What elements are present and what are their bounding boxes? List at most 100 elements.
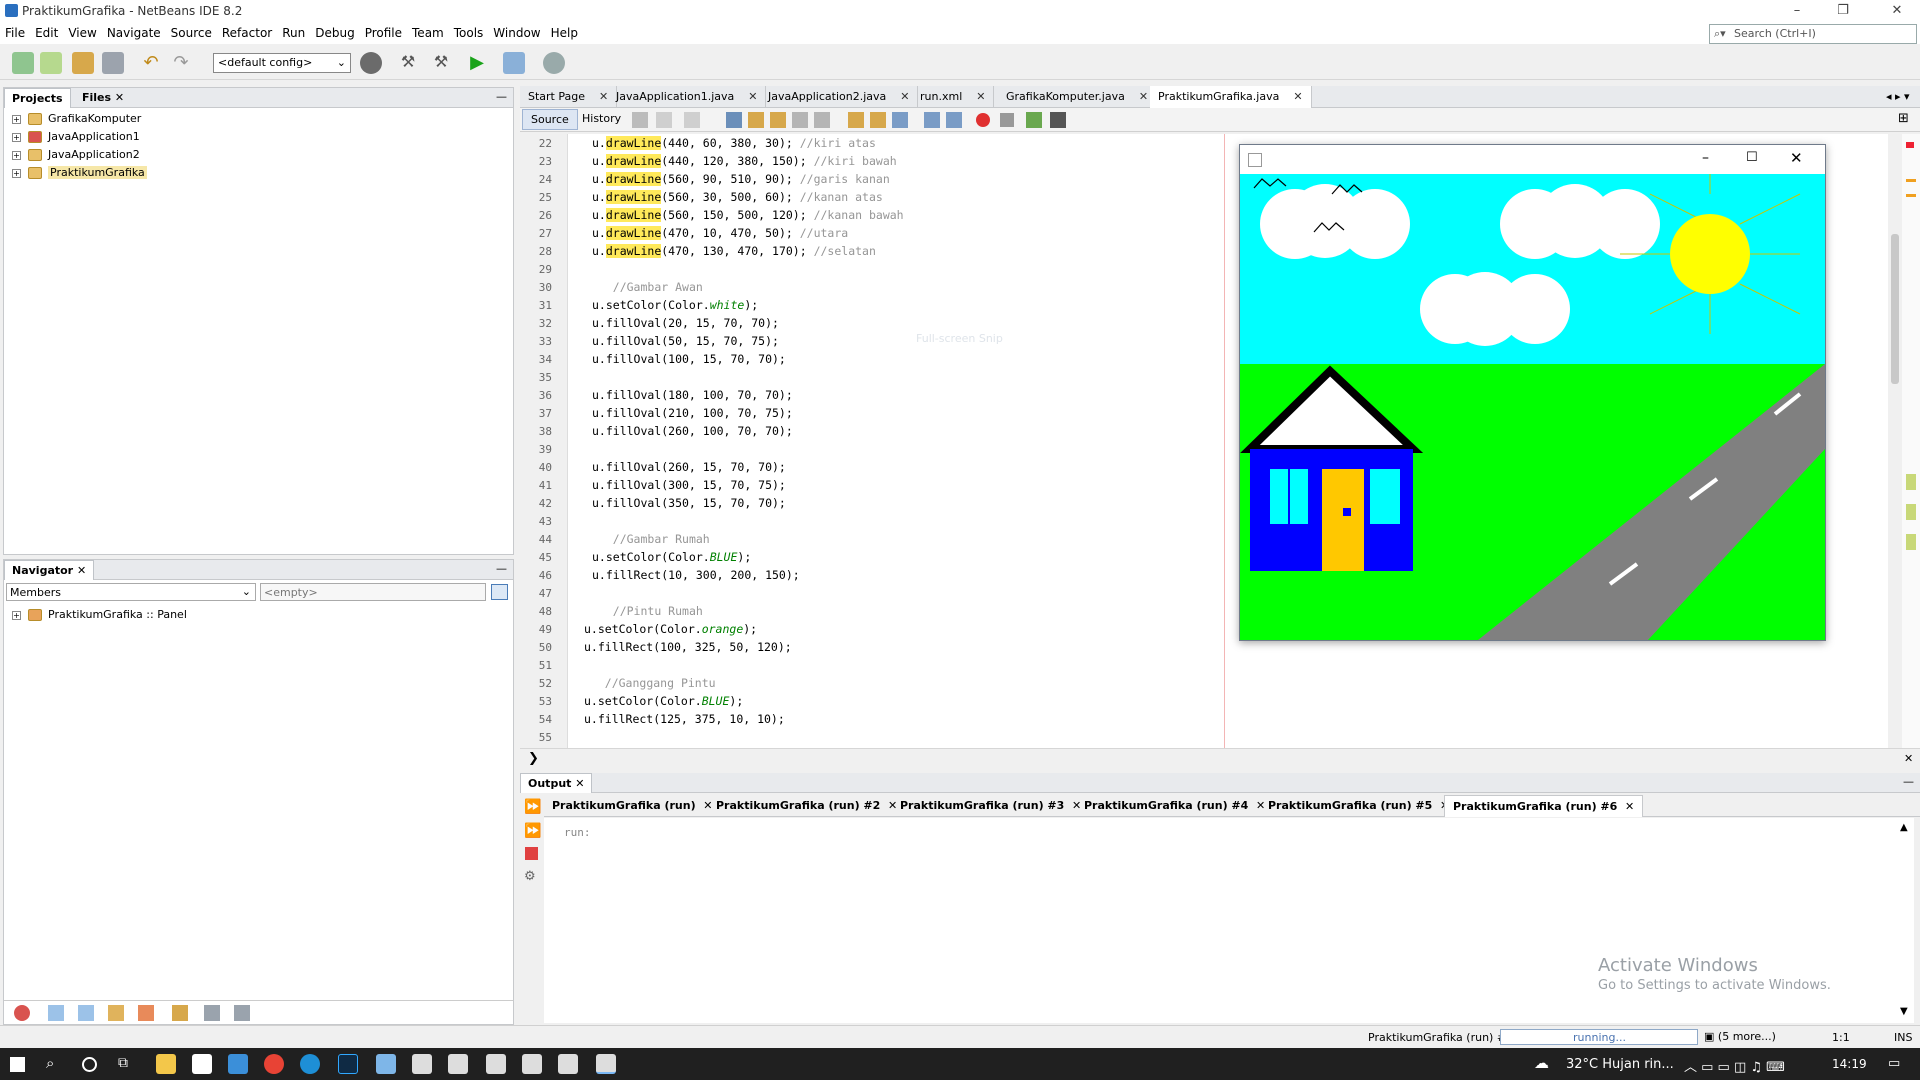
close-icon[interactable]: ✕ bbox=[1874, 0, 1920, 22]
java-app-icon[interactable] bbox=[522, 1054, 542, 1074]
store-icon[interactable] bbox=[192, 1054, 212, 1074]
tree-item-grafikakomputer[interactable]: + GrafikaKomputer bbox=[4, 110, 513, 128]
close-icon[interactable]: ✕ bbox=[1904, 752, 1913, 765]
menu-tools[interactable]: Tools bbox=[449, 22, 489, 40]
navigator-node[interactable]: + PraktikumGrafika :: Panel bbox=[4, 606, 504, 624]
build-icon[interactable]: ⚒ bbox=[397, 52, 419, 74]
menu-profile[interactable]: Profile bbox=[360, 22, 407, 40]
applet-window[interactable]: – ☐ ✕ bbox=[1239, 144, 1826, 641]
expand-icon[interactable]: + bbox=[12, 133, 21, 142]
minimize-icon[interactable]: – bbox=[1774, 0, 1820, 22]
code-line[interactable]: u.drawLine(470, 130, 470, 170); //selata… bbox=[592, 244, 876, 258]
tab-javaapplication1[interactable]: JavaApplication1.java ✕ bbox=[608, 86, 767, 108]
code-line[interactable]: u.drawLine(560, 150, 500, 120); //kanan … bbox=[592, 208, 904, 222]
menu-window[interactable]: Window bbox=[488, 22, 545, 40]
code-line[interactable]: u.setColor(Color.BLUE); bbox=[592, 550, 751, 564]
inherited-icon[interactable] bbox=[138, 1005, 154, 1021]
code-line[interactable]: u.fillOval(50, 15, 70, 75); bbox=[592, 334, 779, 348]
toggle-rect-icon[interactable] bbox=[814, 112, 830, 128]
tree-item-praktikumgrafika[interactable]: + PraktikumGrafika bbox=[4, 164, 513, 182]
close-icon[interactable]: ✕ bbox=[1293, 90, 1302, 103]
code-line[interactable]: u.drawLine(440, 120, 380, 150); //kiri b… bbox=[592, 154, 897, 168]
code-line[interactable]: u.fillOval(180, 100, 70, 70); bbox=[592, 388, 793, 402]
comment-icon[interactable] bbox=[1026, 112, 1042, 128]
undo-icon[interactable]: ↶ bbox=[140, 52, 162, 74]
close-icon[interactable]: ✕ bbox=[1621, 800, 1634, 813]
code-line[interactable]: u.drawLine(560, 90, 510, 90); //garis ka… bbox=[592, 172, 890, 186]
expand-icon[interactable]: + bbox=[12, 115, 21, 124]
code-line[interactable]: u.fillOval(100, 15, 70, 70); bbox=[592, 352, 786, 366]
tree-item-javaapplication2[interactable]: + JavaApplication2 bbox=[4, 146, 513, 164]
find-icon[interactable] bbox=[726, 112, 742, 128]
menu-refactor[interactable]: Refactor bbox=[217, 22, 277, 40]
start-macro-icon[interactable] bbox=[976, 113, 990, 127]
weather-icon[interactable]: ☁ bbox=[1534, 1054, 1549, 1072]
code-line[interactable]: u.setColor(Color.orange); bbox=[584, 622, 757, 636]
code-line[interactable]: u.fillRect(10, 300, 200, 150); bbox=[592, 568, 800, 582]
file-explorer-icon[interactable] bbox=[156, 1054, 176, 1074]
last-edit-icon[interactable] bbox=[632, 112, 648, 128]
code-line[interactable]: u.fillRect(125, 375, 10, 10); bbox=[584, 712, 785, 726]
save-all-icon[interactable] bbox=[102, 52, 124, 74]
filter-static-icon[interactable] bbox=[48, 1005, 64, 1021]
close-icon[interactable]: ✕ bbox=[1139, 90, 1148, 103]
scroll-thumb[interactable] bbox=[1891, 234, 1899, 384]
chevron-right-icon[interactable]: ❯ bbox=[528, 751, 539, 766]
open-project-icon[interactable] bbox=[72, 52, 94, 74]
code-line[interactable]: //Pintu Rumah bbox=[592, 604, 703, 618]
code-line[interactable]: //Ganggang Pintu bbox=[584, 676, 716, 690]
minimize-icon[interactable]: – bbox=[1702, 150, 1709, 166]
output-scrollbar-down-icon[interactable]: ▼ bbox=[1900, 1006, 1908, 1017]
code-line[interactable]: u.drawLine(470, 10, 470, 50); //utara bbox=[592, 226, 848, 240]
tab-grafikakomputer[interactable]: GrafikaKomputer.java ✕ bbox=[998, 86, 1158, 108]
redo-icon[interactable]: ↷ bbox=[170, 52, 192, 74]
java-app-icon[interactable] bbox=[486, 1054, 506, 1074]
menu-run[interactable]: Run bbox=[277, 22, 310, 40]
code-line[interactable]: u.fillRect(100, 325, 50, 120); bbox=[584, 640, 792, 654]
java-app-icon[interactable] bbox=[596, 1054, 616, 1074]
sort-name-icon[interactable] bbox=[172, 1005, 188, 1021]
netbeans-icon[interactable] bbox=[376, 1054, 396, 1074]
tab-source[interactable]: Source bbox=[522, 109, 578, 130]
menu-view[interactable]: View bbox=[63, 22, 101, 40]
tab-projects[interactable]: Projects bbox=[4, 88, 71, 108]
shift-left-icon[interactable] bbox=[924, 112, 940, 128]
java-app-icon[interactable] bbox=[412, 1054, 432, 1074]
menu-team[interactable]: Team bbox=[407, 22, 449, 40]
output-tab-run[interactable]: PraktikumGrafika (run) ✕ bbox=[544, 795, 721, 817]
new-file-icon[interactable] bbox=[12, 52, 34, 74]
find-next-icon[interactable] bbox=[770, 112, 786, 128]
maximize-icon[interactable]: ☐ bbox=[1746, 150, 1758, 165]
tab-praktikumgrafika[interactable]: PraktikumGrafika.java ✕ bbox=[1150, 86, 1312, 108]
editor-scrollbar[interactable] bbox=[1888, 134, 1902, 748]
code-line[interactable]: u.drawLine(560, 30, 500, 60); //kanan at… bbox=[592, 190, 883, 204]
close-icon[interactable]: ✕ bbox=[575, 777, 584, 790]
task-view-icon[interactable]: ⧉ bbox=[118, 1055, 128, 1071]
menu-file[interactable]: File bbox=[0, 22, 30, 40]
filter-nonpublic-icon[interactable] bbox=[78, 1005, 94, 1021]
close-icon[interactable]: ✕ bbox=[976, 90, 985, 103]
error-stripe[interactable] bbox=[1902, 134, 1920, 748]
menu-help[interactable]: Help bbox=[546, 22, 583, 40]
progress-bar[interactable]: running... bbox=[1500, 1029, 1698, 1045]
close-icon[interactable]: ✕ bbox=[1790, 149, 1803, 167]
code-line[interactable]: u.setColor(Color.white); bbox=[592, 298, 758, 312]
debug-icon[interactable] bbox=[503, 52, 525, 74]
rerun-icon[interactable]: ⏩ bbox=[524, 799, 541, 815]
config-select[interactable]: <default config> ⌄ bbox=[213, 53, 351, 73]
search-icon[interactable]: ⌕ bbox=[46, 1054, 54, 1072]
tab-run-xml[interactable]: run.xml ✕ bbox=[912, 86, 995, 108]
code-line[interactable]: u.fillOval(300, 15, 70, 75); bbox=[592, 478, 786, 492]
java-app-icon[interactable] bbox=[448, 1054, 468, 1074]
minimize-panel-icon[interactable]: — bbox=[496, 90, 507, 103]
tab-start-page[interactable]: Start Page ✕ bbox=[520, 86, 618, 108]
code-line[interactable]: u.fillOval(260, 100, 70, 70); bbox=[592, 424, 793, 438]
forward-icon[interactable] bbox=[684, 112, 700, 128]
lock-icon[interactable] bbox=[108, 1005, 124, 1021]
tab-files[interactable]: Files ✕ bbox=[75, 88, 131, 108]
split-icon[interactable]: ⊞ bbox=[1898, 111, 1909, 126]
members-select[interactable]: Members ⌄ bbox=[6, 583, 256, 601]
tab-output[interactable]: Output ✕ bbox=[520, 773, 593, 793]
tray-icons[interactable]: ︿ ▭ ▭ ◫ ♫ ⌨ bbox=[1684, 1056, 1785, 1075]
restore-icon[interactable]: ❐ bbox=[1820, 0, 1866, 22]
